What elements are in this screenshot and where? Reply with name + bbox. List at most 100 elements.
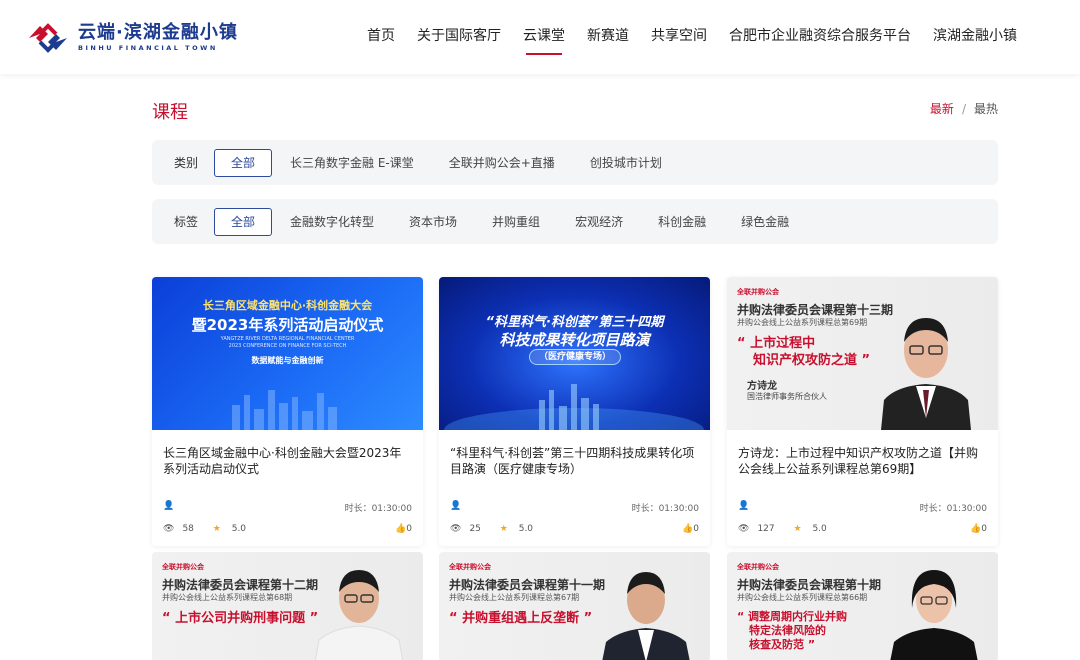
like-count: 0 bbox=[981, 524, 987, 534]
thumb-quote-line-2: 知识产权攻防之道 ” bbox=[753, 353, 871, 368]
site-logo[interactable]: 云端·滨湖金融小镇 BINHU FINANCIAL TOWN bbox=[26, 22, 238, 54]
category-digital-finance[interactable]: 长三角数字金融 E-课堂 bbox=[273, 149, 431, 177]
tag-macro[interactable]: 宏观经济 bbox=[558, 208, 640, 236]
page-title: 课程 bbox=[152, 102, 188, 123]
course-thumbnail[interactable]: 全联并购公会 并购法律委员会课程第十期 并购公会线上公益系列课程总第66期 “ … bbox=[727, 552, 998, 660]
tag-digital-transform[interactable]: 金融数字化转型 bbox=[273, 208, 391, 236]
course-thumbnail[interactable]: 全联并购公会 并购法律委员会课程第十二期 并购公会线上公益系列课程总第68期 “… bbox=[152, 552, 423, 660]
like-count: 0 bbox=[406, 524, 412, 534]
thumb-quote-line-3: 核查及防范 ” bbox=[749, 638, 816, 651]
tag-ma[interactable]: 并购重组 bbox=[475, 208, 557, 236]
org-logo: 全联并购公会 bbox=[449, 563, 491, 571]
thumb-quote-line-2: 特定法律风险的 bbox=[749, 624, 826, 637]
course-duration: 时长：01:30:00 bbox=[344, 504, 412, 514]
tag-label: 标签 bbox=[174, 215, 199, 229]
sort-latest[interactable]: 最新 bbox=[930, 102, 954, 116]
city-glow-graphic bbox=[444, 384, 704, 430]
tag-capital-market[interactable]: 资本市场 bbox=[392, 208, 474, 236]
star-icon: ★ bbox=[499, 524, 508, 534]
thumb-series-title: 并购法律委员会课程第十期 bbox=[737, 578, 882, 592]
logo-subtitle: BINHU FINANCIAL TOWN bbox=[78, 44, 218, 52]
thumb-series-sub: 并购公会线上公益系列课程总第66期 bbox=[737, 593, 868, 602]
star-icon: ★ bbox=[212, 524, 221, 534]
view-count: 👁 58 bbox=[163, 524, 202, 534]
course-title[interactable]: 方诗龙：上市过程中知识产权攻防之道【并购公会线上公益系列课程总第69期】 bbox=[738, 445, 987, 477]
eye-icon: 👁 bbox=[163, 524, 175, 534]
course-card[interactable]: 全联并购公会 并购法律委员会课程第十三期 并购公会线上公益系列课程总第69期 “… bbox=[727, 277, 998, 546]
course-thumbnail[interactable]: 长三角区域金融中心·科创金融大会 暨2023年系列活动启动仪式 YANGTZE … bbox=[152, 277, 423, 430]
category-label: 类别 bbox=[174, 156, 199, 170]
org-logo: 全联并购公会 bbox=[737, 563, 779, 571]
sort-hot[interactable]: 最热 bbox=[974, 102, 998, 116]
thumb-series-title: 并购法律委员会课程第十三期 bbox=[737, 303, 894, 317]
sort-separator: / bbox=[961, 102, 966, 116]
course-title[interactable]: 长三角区域金融中心·科创金融大会暨2023年系列活动启动仪式 bbox=[163, 445, 412, 477]
thumb-quote-line-1: “ 调整周期内行业并购 bbox=[737, 610, 848, 623]
view-count-value: 127 bbox=[757, 524, 775, 534]
nav-shared-space[interactable]: 共享空间 bbox=[640, 0, 718, 74]
thumb-series-sub: 并购公会线上公益系列课程总第69期 bbox=[737, 318, 868, 327]
thumb-headline-2: 暨2023年系列活动启动仪式 bbox=[191, 316, 384, 334]
course-card[interactable]: 全联并购公会 并购法律委员会课程第十一期 并购公会线上公益系列课程总第67期 “… bbox=[439, 552, 710, 660]
tag-tech-finance[interactable]: 科创金融 bbox=[641, 208, 723, 236]
course-duration: 时长：01:30:00 bbox=[919, 504, 987, 514]
like-button[interactable]: 👍0 bbox=[682, 524, 699, 546]
rating-value: 5.0 bbox=[812, 524, 827, 534]
speaker-role: 国浩律师事务所合伙人 bbox=[747, 392, 827, 401]
eye-icon: 👁 bbox=[450, 524, 462, 534]
like-button[interactable]: 👍0 bbox=[970, 524, 987, 546]
logo-title: 云端·滨湖金融小镇 bbox=[78, 22, 238, 43]
thumb-tag-pill: （医疗健康专场） bbox=[529, 349, 621, 365]
course-thumbnail[interactable]: “科里科气·科创荟”第三十四期 科技成果转化项目路演 （医疗健康专场） bbox=[439, 277, 710, 430]
course-thumbnail[interactable]: 全联并购公会 并购法律委员会课程第十三期 并购公会线上公益系列课程总第69期 “… bbox=[727, 277, 998, 430]
sort-toggle: 最新 / 最热 bbox=[930, 100, 998, 117]
view-count: 👁 25 bbox=[450, 524, 489, 534]
logo-mark-icon bbox=[26, 22, 70, 54]
category-all[interactable]: 全部 bbox=[214, 148, 273, 177]
thumb-headline-2: 科技成果转化项目路演 bbox=[499, 331, 650, 349]
thumb-series-sub: 并购公会线上公益系列课程总第67期 bbox=[449, 593, 580, 602]
thumbs-up-icon: 👍 bbox=[395, 524, 407, 534]
tag-all[interactable]: 全部 bbox=[214, 207, 273, 236]
org-logo: 全联并购公会 bbox=[737, 288, 779, 296]
view-count: 👁 127 bbox=[738, 524, 783, 534]
user-icon: 👤 bbox=[738, 501, 750, 511]
like-count: 0 bbox=[693, 524, 699, 534]
course-title[interactable]: “科里科气·科创荟”第三十四期科技成果转化项目路演（医疗健康专场） bbox=[450, 445, 699, 477]
course-card[interactable]: 全联并购公会 并购法律委员会课程第十二期 并购公会线上公益系列课程总第68期 “… bbox=[152, 552, 423, 660]
nav-about[interactable]: 关于国际客厅 bbox=[406, 0, 512, 74]
thumb-quote: “ 上市过程中 知识产权攻防之道 ” bbox=[737, 335, 870, 369]
thumb-quote-line-1: “ 上市过程中 bbox=[737, 336, 816, 351]
course-card[interactable]: “科里科气·科创荟”第三十四期 科技成果转化项目路演 （医疗健康专场） “科里科… bbox=[439, 277, 710, 546]
user-icon: 👤 bbox=[450, 501, 462, 511]
category-ma-live[interactable]: 全联并购公会+直播 bbox=[432, 149, 572, 177]
tag-green-finance[interactable]: 绿色金融 bbox=[724, 208, 806, 236]
nav-new-track[interactable]: 新赛道 bbox=[576, 0, 640, 74]
user-icon: 👤 bbox=[163, 501, 175, 511]
view-count-value: 58 bbox=[182, 524, 194, 534]
speaker-photo bbox=[890, 570, 978, 660]
nav-cloud-class[interactable]: 云课堂 bbox=[512, 0, 576, 74]
tag-filter: 标签 全部 金融数字化转型 资本市场 并购重组 宏观经济 科创金融 绿色金融 bbox=[152, 199, 998, 244]
thumb-quote: “ 调整周期内行业并购 特定法律风险的 核查及防范 ” bbox=[737, 610, 847, 652]
category-vc-city[interactable]: 创投城市计划 bbox=[573, 149, 679, 177]
nav-home[interactable]: 首页 bbox=[356, 0, 406, 74]
thumb-series-sub: 并购公会线上公益系列课程总第68期 bbox=[162, 593, 293, 602]
thumb-tagline: （医疗健康专场） bbox=[538, 352, 611, 362]
star-icon: ★ bbox=[793, 524, 802, 534]
thumb-headline: 长三角区域金融中心·科创金融大会 bbox=[202, 299, 373, 312]
course-card[interactable]: 全联并购公会 并购法律委员会课程第十期 并购公会线上公益系列课程总第66期 “ … bbox=[727, 552, 998, 660]
view-count-value: 25 bbox=[469, 524, 481, 534]
course-thumbnail[interactable]: 全联并购公会 并购法律委员会课程第十一期 并购公会线上公益系列课程总第67期 “… bbox=[439, 552, 710, 660]
thumbs-up-icon: 👍 bbox=[970, 524, 982, 534]
main-nav: 首页 关于国际客厅 云课堂 新赛道 共享空间 合肥市企业融资综合服务平台 滨湖金… bbox=[356, 0, 1028, 74]
nav-financing-platform[interactable]: 合肥市企业融资综合服务平台 bbox=[718, 0, 922, 74]
thumb-series-title: 并购法律委员会课程第十二期 bbox=[162, 578, 319, 592]
skyline-graphic bbox=[232, 390, 337, 430]
course-card[interactable]: 长三角区域金融中心·科创金融大会 暨2023年系列活动启动仪式 YANGTZE … bbox=[152, 277, 423, 546]
like-button[interactable]: 👍0 bbox=[395, 524, 412, 546]
eye-icon: 👁 bbox=[738, 524, 750, 534]
thumb-headline: “科里科气·科创荟”第三十四期 bbox=[485, 315, 664, 330]
speaker-photo bbox=[314, 570, 404, 660]
nav-binhu-town[interactable]: 滨湖金融小镇 bbox=[922, 0, 1028, 74]
